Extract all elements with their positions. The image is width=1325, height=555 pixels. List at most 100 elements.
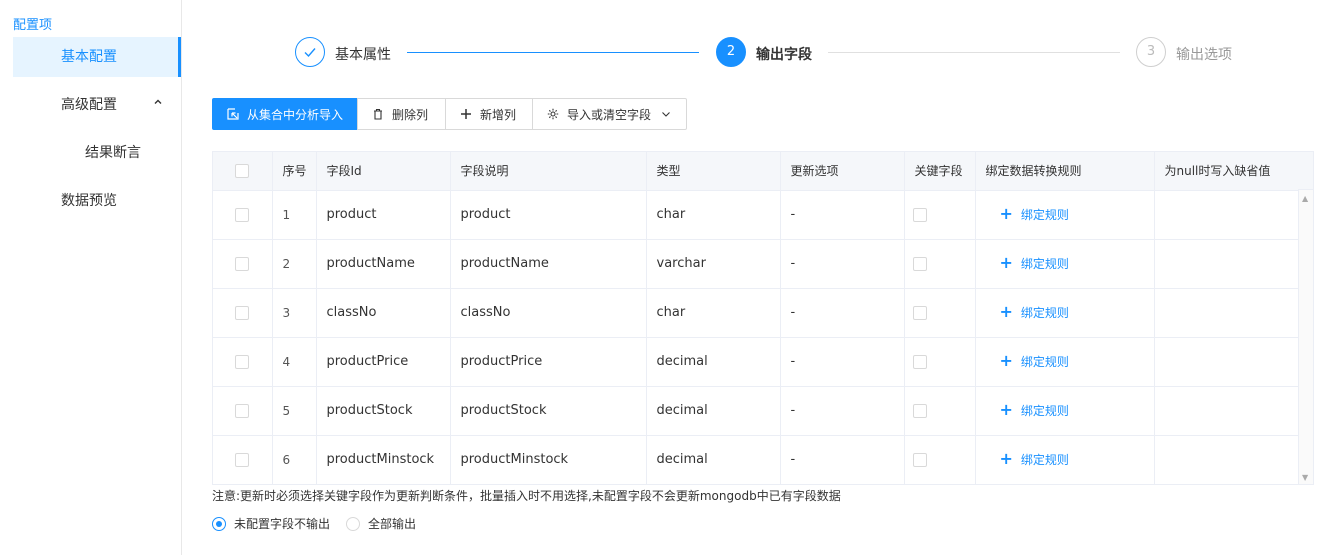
add-button-label: 新增列 — [480, 107, 517, 122]
field-description: productStock — [450, 386, 647, 436]
import-or-clear-fields-dropdown[interactable]: 导入或清空字段 — [532, 98, 687, 130]
sidebar-item-basic-config[interactable]: 基本配置 — [13, 37, 181, 77]
field-description: productName — [450, 239, 647, 289]
steps: 基本属性 2 输出字段 3 输出选项 — [295, 37, 1295, 69]
bind-rule-label: 绑定规则 — [1020, 354, 1069, 369]
key-field-checkbox[interactable] — [912, 305, 927, 320]
bind-rule-link[interactable]: + 绑定规则 — [1000, 402, 1069, 419]
row-select-cell — [213, 239, 273, 289]
row-select-cell — [213, 190, 273, 240]
key-field-checkbox[interactable] — [912, 207, 927, 222]
scroll-down-icon[interactable]: ▼ — [1302, 473, 1308, 482]
row-select-checkbox[interactable] — [235, 256, 249, 271]
radio-dot — [212, 516, 226, 531]
row-select-cell — [213, 386, 273, 436]
select-all-checkbox[interactable] — [235, 164, 249, 178]
sidebar-title: 配置项 — [13, 18, 53, 33]
row-number: 6 — [272, 435, 317, 484]
update-option: - — [780, 190, 905, 240]
field-description: product — [450, 190, 647, 240]
import-clear-button-label: 导入或清空字段 — [567, 107, 652, 122]
row-number: 4 — [272, 337, 317, 387]
plus-icon: + — [999, 204, 1013, 224]
sidebar-item-label: 结果断言 — [85, 145, 141, 161]
field-id: productName — [316, 239, 451, 289]
row-number: 3 — [272, 288, 317, 338]
table-row: 3 classNo classNo char - + 绑定规则 — [213, 288, 1300, 338]
key-field-checkbox[interactable] — [912, 452, 927, 467]
key-field-checkbox[interactable] — [912, 256, 927, 271]
field-description: classNo — [450, 288, 647, 338]
bind-rule-cell: + 绑定规则 — [975, 239, 1155, 289]
row-select-checkbox[interactable] — [235, 305, 249, 320]
chevron-up-icon — [153, 85, 163, 125]
step-1-check-icon — [295, 37, 325, 67]
step-3-number: 3 — [1136, 37, 1166, 67]
row-select-checkbox[interactable] — [235, 207, 249, 222]
sidebar-item-label: 数据预览 — [61, 193, 117, 209]
select-all-cell — [213, 152, 273, 191]
null-default-cell — [1154, 435, 1300, 484]
bind-rule-link[interactable]: + 绑定规则 — [1000, 304, 1069, 321]
row-select-checkbox[interactable] — [235, 403, 249, 418]
column-header: 字段Id — [316, 152, 451, 191]
plus-icon: + — [999, 253, 1013, 273]
field-type: decimal — [646, 435, 781, 484]
field-type: varchar — [646, 239, 781, 289]
table-header-corner — [1298, 152, 1313, 190]
radio-output-all[interactable]: 全部输出 — [346, 515, 416, 532]
field-type: char — [646, 288, 781, 338]
sidebar-item-advanced-config[interactable]: 高级配置 — [13, 85, 181, 125]
step-2-number: 2 — [716, 37, 746, 67]
update-note: 注意:更新时必须选择关键字段作为更新判断条件，批量插入时不用选择,未配置字段不会… — [212, 489, 841, 503]
import-from-collection-button[interactable]: 从集合中分析导入 — [212, 98, 358, 130]
bind-rule-link[interactable]: + 绑定规则 — [1000, 451, 1069, 468]
column-header: 字段说明 — [450, 152, 647, 191]
sidebar-item-result-assertion[interactable]: 结果断言 — [13, 133, 181, 173]
null-default-cell — [1154, 386, 1300, 436]
row-select-checkbox[interactable] — [235, 354, 249, 369]
key-field-checkbox[interactable] — [912, 403, 927, 418]
table-scrollbar[interactable]: ▲ ▼ — [1298, 190, 1313, 484]
table-header-row: 序号 字段Id 字段说明 类型 更新选项 关键字段 绑定数据转换规则 为null… — [213, 152, 1300, 191]
row-select-cell — [213, 337, 273, 387]
key-field-cell — [904, 190, 976, 240]
bind-rule-label: 绑定规则 — [1020, 403, 1069, 418]
bind-rule-label: 绑定规则 — [1020, 207, 1069, 222]
bind-rule-link[interactable]: + 绑定规则 — [1000, 255, 1069, 272]
step-1-label: 基本属性 — [335, 47, 391, 63]
scroll-up-icon[interactable]: ▲ — [1302, 194, 1308, 203]
bind-rule-cell: + 绑定规则 — [975, 337, 1155, 387]
bind-rule-cell: + 绑定规则 — [975, 435, 1155, 484]
row-number: 1 — [272, 190, 317, 240]
trash-icon — [372, 108, 384, 120]
radio-no-unconfigured-output[interactable]: 未配置字段不输出 — [212, 515, 330, 532]
step-2-label: 输出字段 — [756, 47, 812, 63]
delete-column-button[interactable]: 删除列 — [357, 98, 446, 130]
plus-icon: + — [999, 302, 1013, 322]
key-field-cell — [904, 337, 976, 387]
bind-rule-link[interactable]: + 绑定规则 — [1000, 206, 1069, 223]
null-default-cell — [1154, 337, 1300, 387]
delete-button-label: 删除列 — [392, 107, 429, 122]
null-default-cell — [1154, 288, 1300, 338]
bind-rule-cell: + 绑定规则 — [975, 190, 1155, 240]
update-option: - — [780, 337, 905, 387]
table-row: 2 productName productName varchar - + 绑定规则 — [213, 239, 1300, 289]
null-default-cell — [1154, 190, 1300, 240]
sidebar-item-data-preview[interactable]: 数据预览 — [13, 181, 181, 221]
key-field-cell — [904, 288, 976, 338]
row-select-checkbox[interactable] — [235, 452, 249, 467]
bind-rule-link[interactable]: + 绑定规则 — [1000, 353, 1069, 370]
field-description: productMinstock — [450, 435, 647, 484]
key-field-checkbox[interactable] — [912, 354, 927, 369]
update-option: - — [780, 288, 905, 338]
bind-rule-label: 绑定规则 — [1020, 452, 1069, 467]
add-column-button[interactable]: 新增列 — [445, 98, 533, 130]
table-row: 1 product product char - + 绑定规则 — [213, 190, 1300, 240]
sidebar-item-label: 高级配置 — [61, 97, 117, 113]
import-icon — [227, 108, 239, 120]
field-id: productStock — [316, 386, 451, 436]
bind-rule-label: 绑定规则 — [1020, 256, 1069, 271]
field-description: productPrice — [450, 337, 647, 387]
